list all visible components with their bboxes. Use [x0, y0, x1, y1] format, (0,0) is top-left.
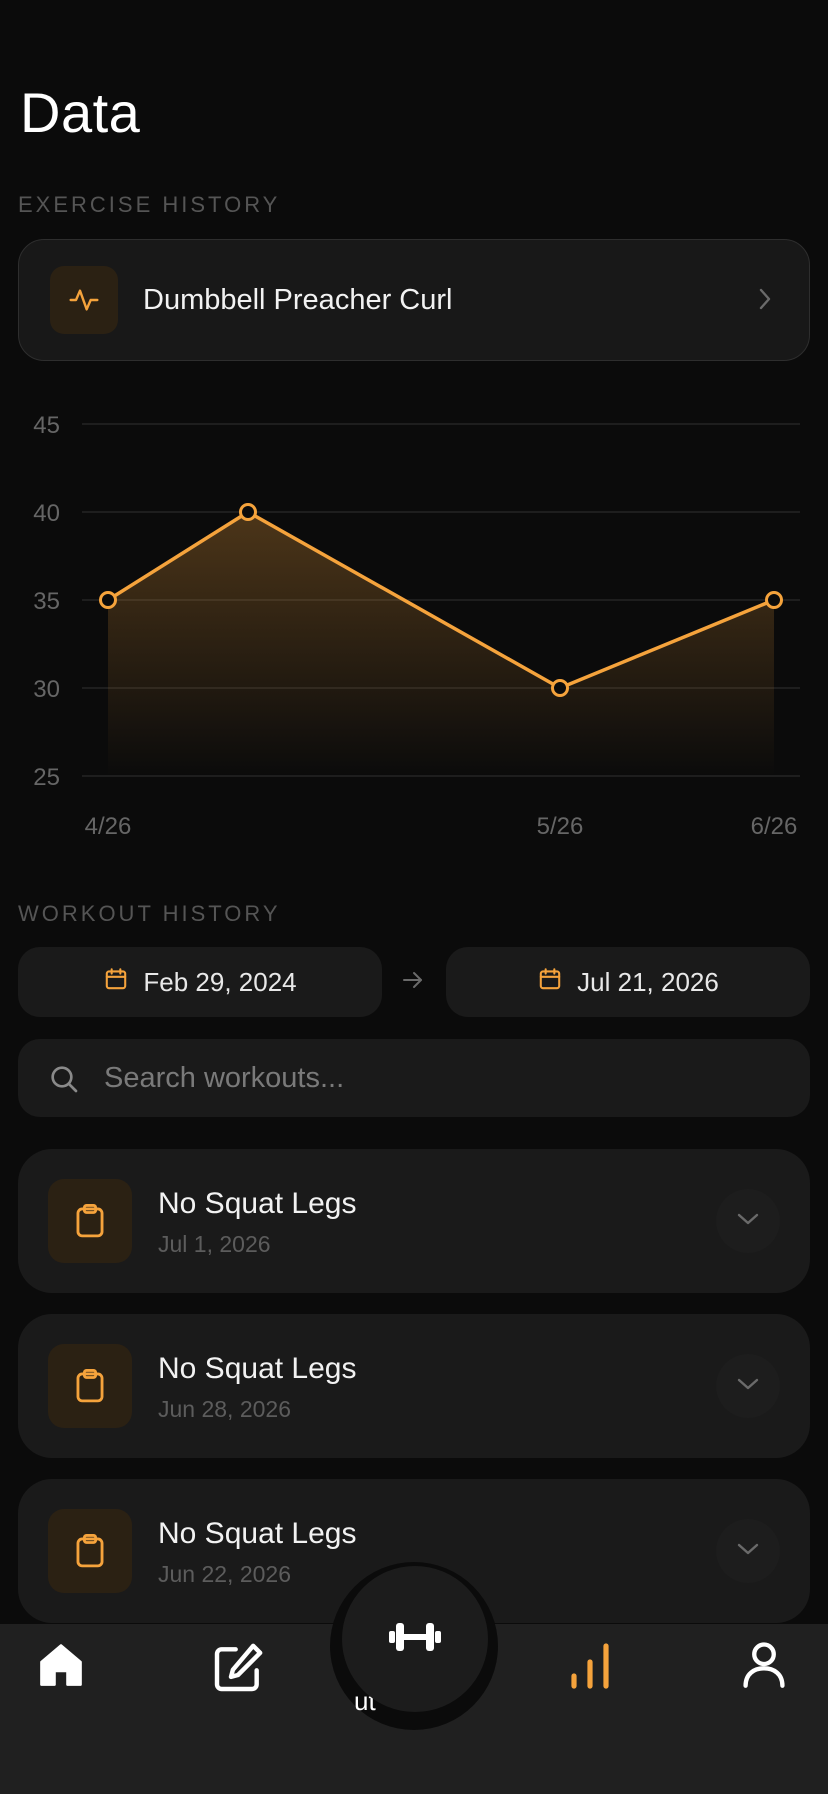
end-date-text: Jul 21, 2026	[577, 966, 719, 997]
clipboard-icon	[48, 1509, 132, 1593]
exercise-name: Dumbbell Preacher Curl	[143, 284, 453, 316]
start-date-text: Feb 29, 2024	[143, 966, 297, 997]
page-title: Data	[20, 81, 141, 144]
edit-icon	[210, 1640, 266, 1701]
y-tick-label: 25	[33, 764, 60, 791]
exercise-history-label: EXERCISE HISTORY	[18, 192, 281, 217]
end-date-picker[interactable]: Jul 21, 2026	[446, 947, 810, 1017]
tab-log[interactable]	[210, 1640, 266, 1701]
workout-date: Jul 1, 2026	[158, 1231, 271, 1257]
start-workout-button[interactable]	[342, 1566, 488, 1712]
profile-icon	[738, 1638, 790, 1695]
workout-title: No Squat Legs	[158, 1517, 357, 1550]
x-tick-label: 5/26	[537, 813, 584, 840]
y-tick-label: 45	[33, 412, 60, 439]
x-tick-label: 4/26	[85, 813, 132, 840]
chevron-right-icon	[757, 286, 773, 317]
workout-date: Jun 28, 2026	[158, 1396, 292, 1422]
workout-history-label: WORKOUT HISTORY	[18, 901, 281, 926]
chevron-down-icon	[736, 1212, 760, 1231]
chevron-down-icon	[736, 1542, 760, 1561]
workout-title: No Squat Legs	[158, 1352, 357, 1385]
workout-title: No Squat Legs	[158, 1187, 357, 1220]
dumbbell-icon	[386, 1617, 444, 1662]
home-icon	[36, 1640, 86, 1695]
expand-button[interactable]	[716, 1189, 780, 1253]
data-point[interactable]	[765, 591, 783, 609]
workout-date: Jun 22, 2026	[158, 1561, 292, 1587]
expand-button[interactable]	[716, 1519, 780, 1583]
arrow-right-icon	[401, 968, 425, 997]
bar-chart-icon	[566, 1640, 614, 1697]
data-point[interactable]	[99, 591, 117, 609]
tab-profile[interactable]	[738, 1638, 790, 1695]
calendar-icon	[537, 966, 563, 999]
activity-pulse-icon	[50, 266, 118, 334]
y-tick-label: 30	[33, 676, 60, 703]
data-point[interactable]	[239, 503, 257, 521]
chevron-down-icon	[736, 1377, 760, 1396]
clipboard-icon	[48, 1179, 132, 1263]
clipboard-icon	[48, 1344, 132, 1428]
y-tick-label: 35	[33, 588, 60, 615]
calendar-icon	[103, 966, 129, 999]
y-tick-label: 40	[33, 500, 60, 527]
search-icon	[48, 1063, 80, 1100]
x-tick-label: 6/26	[751, 813, 798, 840]
start-date-picker[interactable]: Feb 29, 2024	[18, 947, 382, 1017]
tab-data[interactable]	[566, 1640, 614, 1697]
data-point[interactable]	[551, 679, 569, 697]
series-area	[108, 512, 774, 776]
search-placeholder: Search workouts...	[104, 1062, 345, 1094]
exercise-selector[interactable]: Dumbbell Preacher Curl	[18, 239, 810, 361]
workout-card[interactable]: No Squat Legs Jul 1, 2026	[18, 1149, 810, 1293]
expand-button[interactable]	[716, 1354, 780, 1418]
search-input[interactable]: Search workouts...	[18, 1039, 810, 1117]
tab-home[interactable]	[36, 1640, 86, 1695]
exercise-history-chart: 45 40 35 30 25 4/26 5/26 6/26	[33, 412, 800, 840]
workout-card[interactable]: No Squat Legs Jun 28, 2026	[18, 1314, 810, 1458]
